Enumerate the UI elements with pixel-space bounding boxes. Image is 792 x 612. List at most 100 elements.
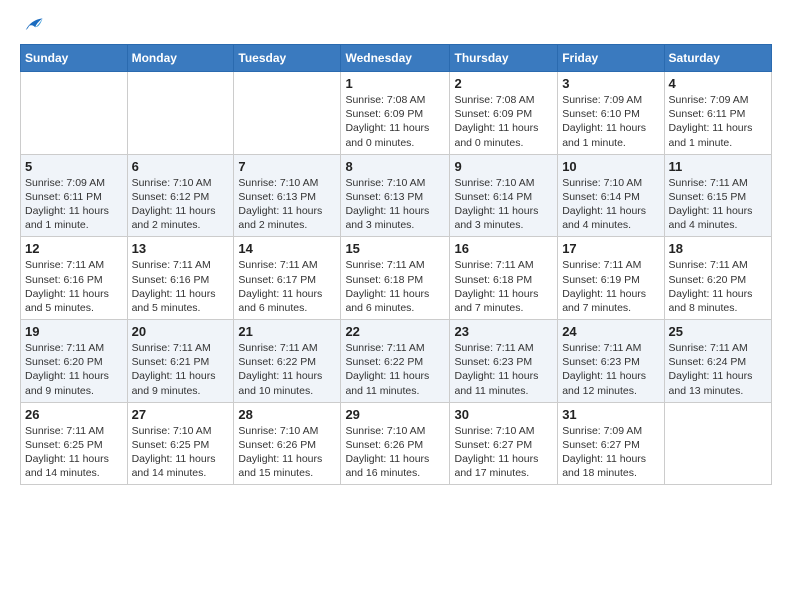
day-number: 17 <box>562 241 659 256</box>
calendar-cell: 26 Sunrise: 7:11 AM Sunset: 6:25 PM Dayli… <box>21 402 128 485</box>
day-number: 27 <box>132 407 230 422</box>
calendar-cell: 13 Sunrise: 7:11 AM Sunset: 6:16 PM Dayli… <box>127 237 234 320</box>
day-info: Sunrise: 7:10 AM Sunset: 6:13 PM Dayligh… <box>345 176 445 233</box>
calendar-cell: 21 Sunrise: 7:11 AM Sunset: 6:22 PM Dayli… <box>234 320 341 403</box>
calendar-cell: 25 Sunrise: 7:11 AM Sunset: 6:24 PM Dayli… <box>664 320 771 403</box>
calendar-cell: 19Sunrise: 7:11 AM Sunset: 6:20 PM Dayli… <box>21 320 128 403</box>
day-number: 13 <box>132 241 230 256</box>
calendar-week-4: 19Sunrise: 7:11 AM Sunset: 6:20 PM Dayli… <box>21 320 772 403</box>
calendar-cell: 23 Sunrise: 7:11 AM Sunset: 6:23 PM Dayli… <box>450 320 558 403</box>
calendar-week-1: 1 Sunrise: 7:08 AM Sunset: 6:09 PM Daylig… <box>21 72 772 155</box>
day-number: 15 <box>345 241 445 256</box>
day-info: Sunrise: 7:08 AM Sunset: 6:09 PM Dayligh… <box>345 93 445 150</box>
calendar-cell: 28 Sunrise: 7:10 AM Sunset: 6:26 PM Dayli… <box>234 402 341 485</box>
logo-text <box>20 16 44 34</box>
calendar-cell: 16Sunrise: 7:11 AM Sunset: 6:18 PM Dayli… <box>450 237 558 320</box>
calendar-cell: 14 Sunrise: 7:11 AM Sunset: 6:17 PM Dayli… <box>234 237 341 320</box>
day-number: 7 <box>238 159 336 174</box>
day-info: Sunrise: 7:11 AM Sunset: 6:22 PM Dayligh… <box>238 341 336 398</box>
calendar-cell <box>234 72 341 155</box>
day-number: 28 <box>238 407 336 422</box>
calendar-cell: 29 Sunrise: 7:10 AM Sunset: 6:26 PM Dayli… <box>341 402 450 485</box>
day-info: Sunrise: 7:08 AM Sunset: 6:09 PM Dayligh… <box>454 93 553 150</box>
day-number: 16 <box>454 241 553 256</box>
day-number: 8 <box>345 159 445 174</box>
day-number: 12 <box>25 241 123 256</box>
day-number: 18 <box>669 241 767 256</box>
day-number: 10 <box>562 159 659 174</box>
day-info: Sunrise: 7:11 AM Sunset: 6:22 PM Dayligh… <box>345 341 445 398</box>
day-number: 21 <box>238 324 336 339</box>
day-number: 19 <box>25 324 123 339</box>
calendar-cell: 17 Sunrise: 7:11 AM Sunset: 6:19 PM Dayli… <box>558 237 664 320</box>
calendar-cell: 4 Sunrise: 7:09 AM Sunset: 6:11 PM Daylig… <box>664 72 771 155</box>
calendar-cell: 11Sunrise: 7:11 AM Sunset: 6:15 PM Dayli… <box>664 154 771 237</box>
day-info: Sunrise: 7:09 AM Sunset: 6:11 PM Dayligh… <box>25 176 123 233</box>
day-number: 2 <box>454 76 553 91</box>
day-number: 14 <box>238 241 336 256</box>
day-info: Sunrise: 7:10 AM Sunset: 6:27 PM Dayligh… <box>454 424 553 481</box>
day-number: 25 <box>669 324 767 339</box>
day-number: 30 <box>454 407 553 422</box>
day-info: Sunrise: 7:11 AM Sunset: 6:23 PM Dayligh… <box>454 341 553 398</box>
day-info: Sunrise: 7:10 AM Sunset: 6:26 PM Dayligh… <box>238 424 336 481</box>
calendar-cell <box>21 72 128 155</box>
day-info: Sunrise: 7:11 AM Sunset: 6:17 PM Dayligh… <box>238 258 336 315</box>
calendar-cell: 7Sunrise: 7:10 AM Sunset: 6:13 PM Daylig… <box>234 154 341 237</box>
day-info: Sunrise: 7:11 AM Sunset: 6:24 PM Dayligh… <box>669 341 767 398</box>
calendar-cell: 31Sunrise: 7:09 AM Sunset: 6:27 PM Dayli… <box>558 402 664 485</box>
day-number: 5 <box>25 159 123 174</box>
weekday-header-saturday: Saturday <box>664 45 771 72</box>
day-info: Sunrise: 7:11 AM Sunset: 6:16 PM Dayligh… <box>25 258 123 315</box>
day-info: Sunrise: 7:11 AM Sunset: 6:21 PM Dayligh… <box>132 341 230 398</box>
calendar-cell: 3 Sunrise: 7:09 AM Sunset: 6:10 PM Daylig… <box>558 72 664 155</box>
day-info: Sunrise: 7:11 AM Sunset: 6:16 PM Dayligh… <box>132 258 230 315</box>
day-number: 9 <box>454 159 553 174</box>
calendar-cell: 2 Sunrise: 7:08 AM Sunset: 6:09 PM Daylig… <box>450 72 558 155</box>
day-info: Sunrise: 7:09 AM Sunset: 6:11 PM Dayligh… <box>669 93 767 150</box>
calendar-cell: 6Sunrise: 7:10 AM Sunset: 6:12 PM Daylig… <box>127 154 234 237</box>
day-info: Sunrise: 7:09 AM Sunset: 6:10 PM Dayligh… <box>562 93 659 150</box>
calendar-cell: 5 Sunrise: 7:09 AM Sunset: 6:11 PM Daylig… <box>21 154 128 237</box>
weekday-header-thursday: Thursday <box>450 45 558 72</box>
day-number: 22 <box>345 324 445 339</box>
calendar-cell: 8 Sunrise: 7:10 AM Sunset: 6:13 PM Daylig… <box>341 154 450 237</box>
day-info: Sunrise: 7:11 AM Sunset: 6:23 PM Dayligh… <box>562 341 659 398</box>
day-info: Sunrise: 7:10 AM Sunset: 6:25 PM Dayligh… <box>132 424 230 481</box>
calendar-week-3: 12 Sunrise: 7:11 AM Sunset: 6:16 PM Dayli… <box>21 237 772 320</box>
day-number: 29 <box>345 407 445 422</box>
calendar-header-row: SundayMondayTuesdayWednesdayThursdayFrid… <box>21 45 772 72</box>
day-number: 26 <box>25 407 123 422</box>
day-number: 23 <box>454 324 553 339</box>
day-info: Sunrise: 7:11 AM Sunset: 6:19 PM Dayligh… <box>562 258 659 315</box>
calendar-cell: 12 Sunrise: 7:11 AM Sunset: 6:16 PM Dayli… <box>21 237 128 320</box>
day-number: 24 <box>562 324 659 339</box>
page: SundayMondayTuesdayWednesdayThursdayFrid… <box>0 0 792 501</box>
day-number: 31 <box>562 407 659 422</box>
day-number: 1 <box>345 76 445 91</box>
day-number: 20 <box>132 324 230 339</box>
calendar-week-5: 26 Sunrise: 7:11 AM Sunset: 6:25 PM Dayli… <box>21 402 772 485</box>
calendar-cell: 22 Sunrise: 7:11 AM Sunset: 6:22 PM Dayli… <box>341 320 450 403</box>
header <box>20 16 772 34</box>
calendar-cell <box>127 72 234 155</box>
weekday-header-friday: Friday <box>558 45 664 72</box>
day-info: Sunrise: 7:10 AM Sunset: 6:26 PM Dayligh… <box>345 424 445 481</box>
day-info: Sunrise: 7:10 AM Sunset: 6:14 PM Dayligh… <box>562 176 659 233</box>
calendar-cell: 15Sunrise: 7:11 AM Sunset: 6:18 PM Dayli… <box>341 237 450 320</box>
calendar-cell <box>664 402 771 485</box>
day-info: Sunrise: 7:10 AM Sunset: 6:12 PM Dayligh… <box>132 176 230 233</box>
weekday-header-sunday: Sunday <box>21 45 128 72</box>
day-number: 4 <box>669 76 767 91</box>
calendar-table: SundayMondayTuesdayWednesdayThursdayFrid… <box>20 44 772 485</box>
calendar-cell: 18 Sunrise: 7:11 AM Sunset: 6:20 PM Dayli… <box>664 237 771 320</box>
day-info: Sunrise: 7:11 AM Sunset: 6:15 PM Dayligh… <box>669 176 767 233</box>
calendar-week-2: 5 Sunrise: 7:09 AM Sunset: 6:11 PM Daylig… <box>21 154 772 237</box>
calendar-cell: 1 Sunrise: 7:08 AM Sunset: 6:09 PM Daylig… <box>341 72 450 155</box>
day-info: Sunrise: 7:11 AM Sunset: 6:20 PM Dayligh… <box>669 258 767 315</box>
calendar-cell: 27 Sunrise: 7:10 AM Sunset: 6:25 PM Dayli… <box>127 402 234 485</box>
day-number: 3 <box>562 76 659 91</box>
day-info: Sunrise: 7:11 AM Sunset: 6:25 PM Dayligh… <box>25 424 123 481</box>
logo-bird-icon <box>22 16 44 34</box>
calendar-cell: 9Sunrise: 7:10 AM Sunset: 6:14 PM Daylig… <box>450 154 558 237</box>
